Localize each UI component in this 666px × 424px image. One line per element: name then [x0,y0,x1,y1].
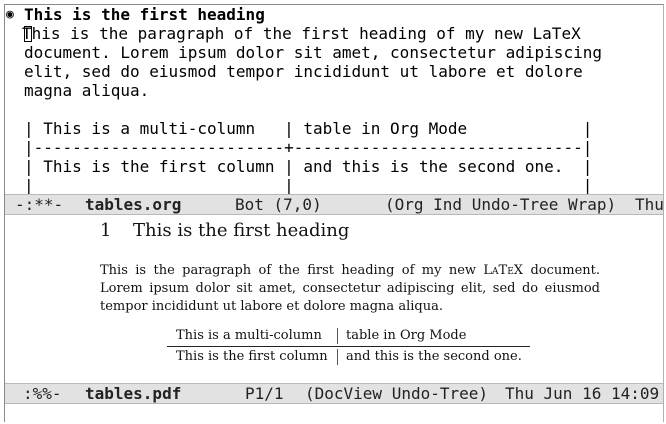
org-table-row-1[interactable]: | This is the first column | and this is… [24,157,592,176]
pdf-docview-window[interactable]: 1 This is the first heading This is the … [5,216,663,384]
modeline-buffer-name[interactable]: tables.org [85,195,181,214]
org-paragraph-line-4[interactable]: magna aliqua. [24,81,149,100]
mode-line-org[interactable]: -:**- tables.org Bot (7,0) (Org Ind Undo… [5,194,664,215]
org-table-row-header[interactable]: | This is a multi-column | table in Org … [24,119,592,138]
pdf-table-column-separator [337,328,338,344]
modeline-modes[interactable]: (Org Ind Undo-Tree Wrap) [385,195,616,214]
pdf-section-title: This is the first heading [133,220,350,241]
org-table-separator[interactable]: |--------------------------+------------… [24,138,592,157]
org-paragraph-line-2[interactable]: document. Lorem ipsum dolor sit amet, co… [24,43,602,62]
pdf-table-row-col-2: and this is the second one. [346,349,522,364]
pdf-table-row-col-1: This is the first column [176,349,328,364]
pdf-paragraph: This is the paragraph of the first headi… [100,263,600,314]
modeline-position: P1/1 [245,384,284,403]
modeline-status: :%%- [23,384,62,403]
pdf-table-column-separator [337,349,338,365]
emacs-frame: ◉ This is the first heading This is the … [4,4,664,422]
modeline-modes[interactable]: (DocView Undo-Tree) [305,384,488,403]
pdf-section-number: 1 [100,220,112,241]
heading-bullet-icon: ◉ [6,7,14,22]
mode-line-pdf[interactable]: :%%- tables.pdf P1/1 (DocView Undo-Tree)… [5,383,663,404]
modeline-position: Bot (7,0) [235,195,322,214]
pdf-table-header-col-2: table in Org Mode [346,328,467,343]
org-table-row-empty[interactable]: | | | [24,176,592,195]
modeline-datetime: Thu [635,195,664,214]
modeline-datetime: Thu Jun 16 14:09 [505,384,660,403]
pdf-table-header-col-1: This is a multi-column [176,328,322,343]
org-paragraph-line-3[interactable]: elit, sed do eiusmod tempor incididunt u… [24,62,583,81]
pdf-table-rule [167,346,530,347]
latex-logo: LaTeX [483,263,524,278]
modeline-buffer-name[interactable]: tables.pdf [85,384,181,403]
org-buffer-window[interactable]: ◉ This is the first heading This is the … [5,5,663,195]
org-paragraph-line-1[interactable]: This is the paragraph of the first headi… [22,24,581,43]
modeline-status: -:**- [15,195,64,214]
org-heading[interactable]: This is the first heading [24,5,265,24]
